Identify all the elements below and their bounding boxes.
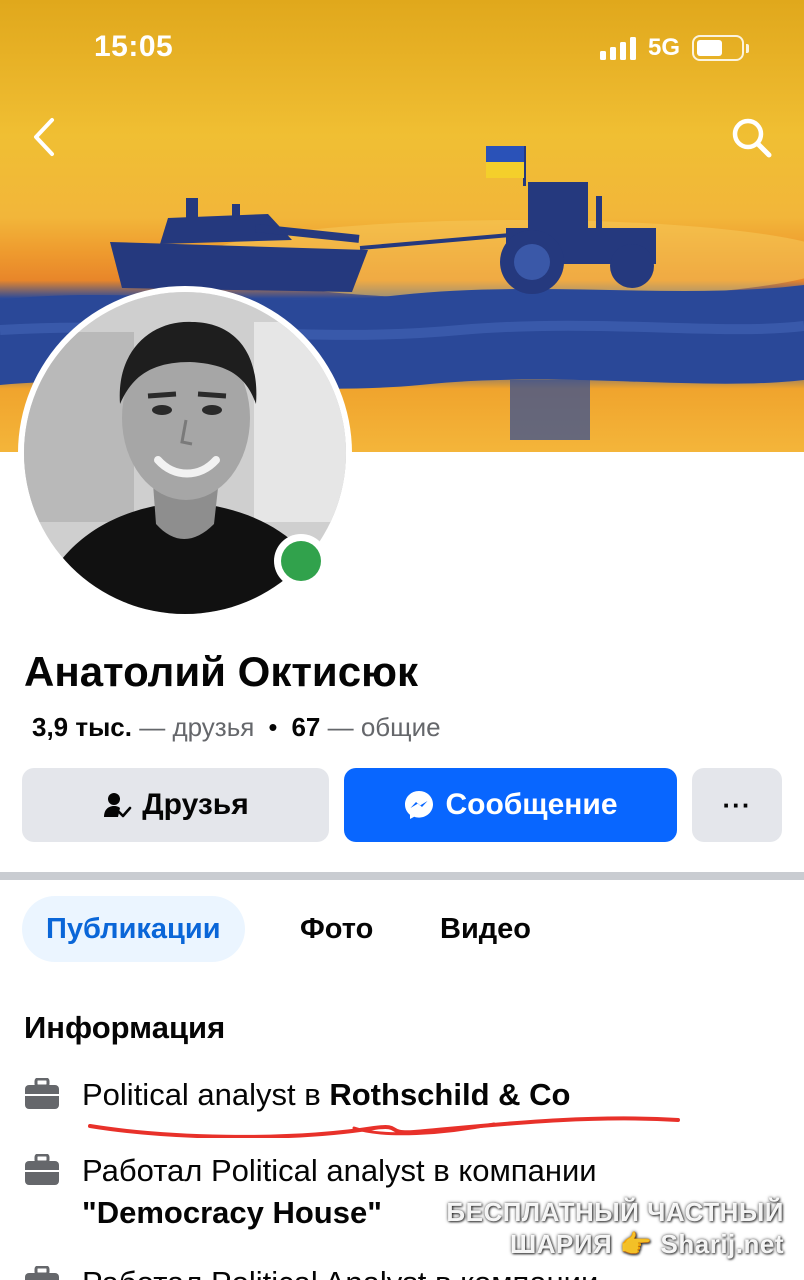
info-section-title: Информация xyxy=(24,1010,226,1045)
watermark-line-1: БЕСПЛАТНЫЙ ЧАСТНЫЙ xyxy=(446,1197,784,1227)
friend-check-icon xyxy=(104,793,132,818)
tab-posts[interactable]: Публикации xyxy=(22,896,245,962)
online-status-indicator xyxy=(274,534,328,588)
friends-button-label: Друзья xyxy=(142,788,249,821)
mutual-count: 67 xyxy=(291,712,321,742)
mutual-label: — общие xyxy=(327,712,441,742)
friends-label: — друзья xyxy=(139,712,255,742)
profile-name: Анатолий Октисюк xyxy=(24,648,418,695)
tab-videos[interactable]: Видео xyxy=(440,896,531,962)
info-item-past-work-2[interactable]: Работал Political Analyst в компании xyxy=(24,1262,598,1280)
briefcase-icon xyxy=(25,1078,59,1109)
status-icons: 5G xyxy=(599,34,749,62)
more-options-button[interactable]: ··· xyxy=(692,768,782,842)
status-time: 15:05 xyxy=(94,30,174,63)
info-item-text: Работал Political Analyst в компании xyxy=(82,1265,598,1280)
red-annotation-underline xyxy=(88,1116,680,1138)
info-item-text: Работал Political analyst в компании xyxy=(82,1153,597,1188)
tab-photos[interactable]: Фото xyxy=(300,896,373,962)
signal-icon xyxy=(599,36,636,60)
battery-icon xyxy=(692,35,749,61)
network-type: 5G xyxy=(647,34,680,61)
watermark-line-2: ШАРИЯ 👉 Sharij.net xyxy=(510,1229,784,1259)
section-divider xyxy=(0,872,804,880)
watermark: БЕСПЛАТНЫЙ ЧАСТНЫЙ ШАРИЯ 👉 Sharij.net xyxy=(446,1196,784,1260)
stats-separator: • xyxy=(268,712,278,742)
briefcase-icon xyxy=(25,1154,59,1185)
message-button[interactable]: Сообщение xyxy=(344,768,677,842)
briefcase-icon xyxy=(25,1266,59,1280)
back-icon[interactable] xyxy=(28,116,64,158)
message-button-label: Сообщение xyxy=(445,788,618,821)
more-icon: ··· xyxy=(722,789,752,820)
messenger-icon xyxy=(405,791,434,819)
search-icon[interactable] xyxy=(730,116,774,160)
info-item-company: "Democracy House" xyxy=(82,1195,382,1230)
friends-count: 3,9 тыс. xyxy=(32,712,132,742)
friends-button[interactable]: Друзья xyxy=(22,768,329,842)
friends-stats[interactable]: 3,9 тыс. — друзья • 67 — общие xyxy=(32,712,441,743)
